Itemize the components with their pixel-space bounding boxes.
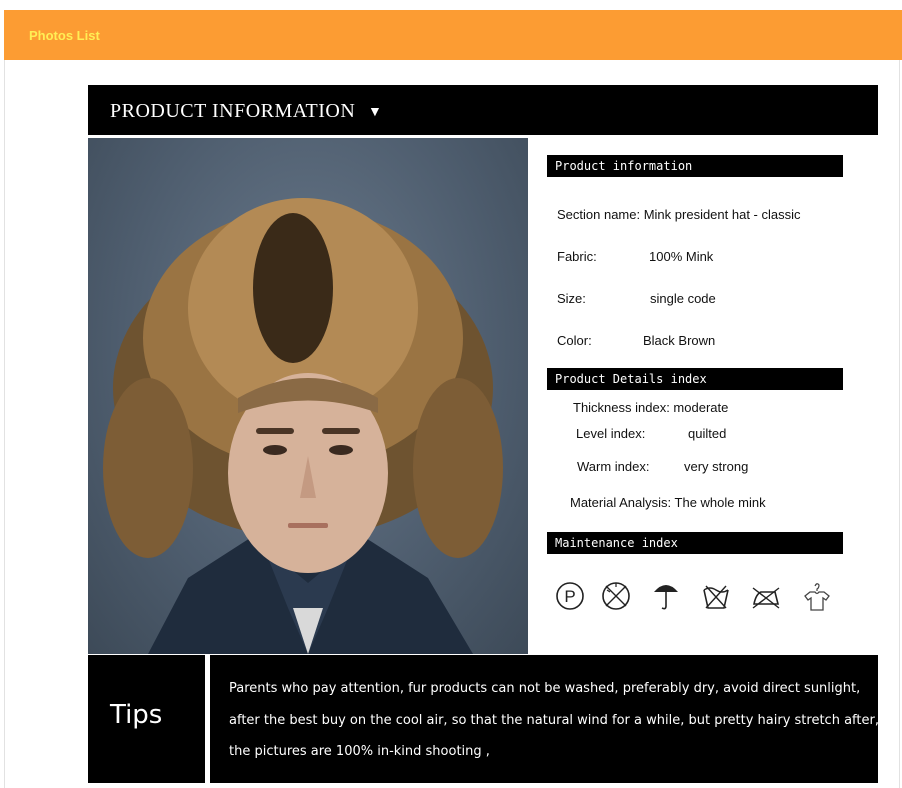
thickness-row: Thickness index: moderate bbox=[573, 400, 728, 415]
color-row: Color: Black Brown bbox=[557, 333, 715, 348]
maintenance-bar: Maintenance index bbox=[547, 532, 843, 554]
fabric-label: Fabric: bbox=[557, 249, 597, 264]
tips-line-3: the pictures are 100% in-kind shooting , bbox=[229, 744, 490, 759]
no-tumble-dry-icon bbox=[602, 582, 630, 610]
maintenance-heading: Maintenance index bbox=[555, 536, 678, 550]
product-details-bar: Product Details index bbox=[547, 368, 843, 390]
color-value: Black Brown bbox=[643, 333, 716, 348]
level-row: Level index: quilted bbox=[576, 426, 726, 441]
thickness-text: Thickness index: moderate bbox=[573, 400, 729, 415]
dry-clean-p-icon: P bbox=[556, 582, 584, 610]
size-label: Size: bbox=[557, 291, 586, 306]
fabric-row: Fabric: 100% Mink bbox=[557, 249, 713, 264]
svg-text:P: P bbox=[564, 587, 575, 606]
tips-line-1: Parents who pay attention, fur products … bbox=[229, 681, 861, 696]
section-name-text: Section name: Mink president hat - class… bbox=[557, 207, 801, 222]
warm-row: Warm index: very strong bbox=[577, 459, 748, 474]
tips-divider bbox=[205, 655, 210, 783]
header-title: PRODUCT INFORMATION bbox=[110, 100, 356, 122]
product-information-header: PRODUCT INFORMATION ▼ bbox=[88, 85, 878, 135]
tips-panel: Tips Parents who pay attention, fur prod… bbox=[88, 655, 879, 783]
material-row: Material Analysis: The whole mink bbox=[570, 495, 766, 510]
warm-value: very strong bbox=[684, 459, 749, 474]
product-details-heading: Product Details index bbox=[555, 372, 707, 386]
section-name-row: Section name: Mink president hat - class… bbox=[557, 207, 801, 222]
product-photo bbox=[88, 138, 528, 654]
product-information-heading: Product information bbox=[555, 159, 693, 173]
no-wash-icon bbox=[703, 585, 729, 609]
down-arrow-icon: ▼ bbox=[368, 103, 382, 119]
fabric-value: 100% Mink bbox=[649, 249, 714, 264]
tips-line-2: after the best buy on the cool air, so t… bbox=[229, 713, 879, 728]
hang-shirt-icon bbox=[804, 583, 830, 611]
level-value: quilted bbox=[688, 426, 727, 441]
no-sun-umbrella-icon bbox=[654, 585, 678, 610]
size-value: single code bbox=[650, 291, 716, 306]
product-information-bar: Product information bbox=[547, 155, 843, 177]
material-text: Material Analysis: The whole mink bbox=[570, 495, 766, 510]
size-row: Size: single code bbox=[557, 291, 716, 306]
tips-label: Tips bbox=[110, 700, 163, 730]
level-label: Level index: bbox=[576, 426, 646, 441]
maintenance-icons: P bbox=[555, 580, 845, 616]
photos-list-title[interactable]: Photos List bbox=[29, 28, 100, 43]
no-iron-icon bbox=[752, 587, 780, 609]
photos-list-bar: Photos List bbox=[4, 10, 902, 60]
color-label: Color: bbox=[557, 333, 592, 348]
warm-label: Warm index: bbox=[577, 459, 650, 474]
fur-hat-model-image bbox=[103, 198, 503, 654]
